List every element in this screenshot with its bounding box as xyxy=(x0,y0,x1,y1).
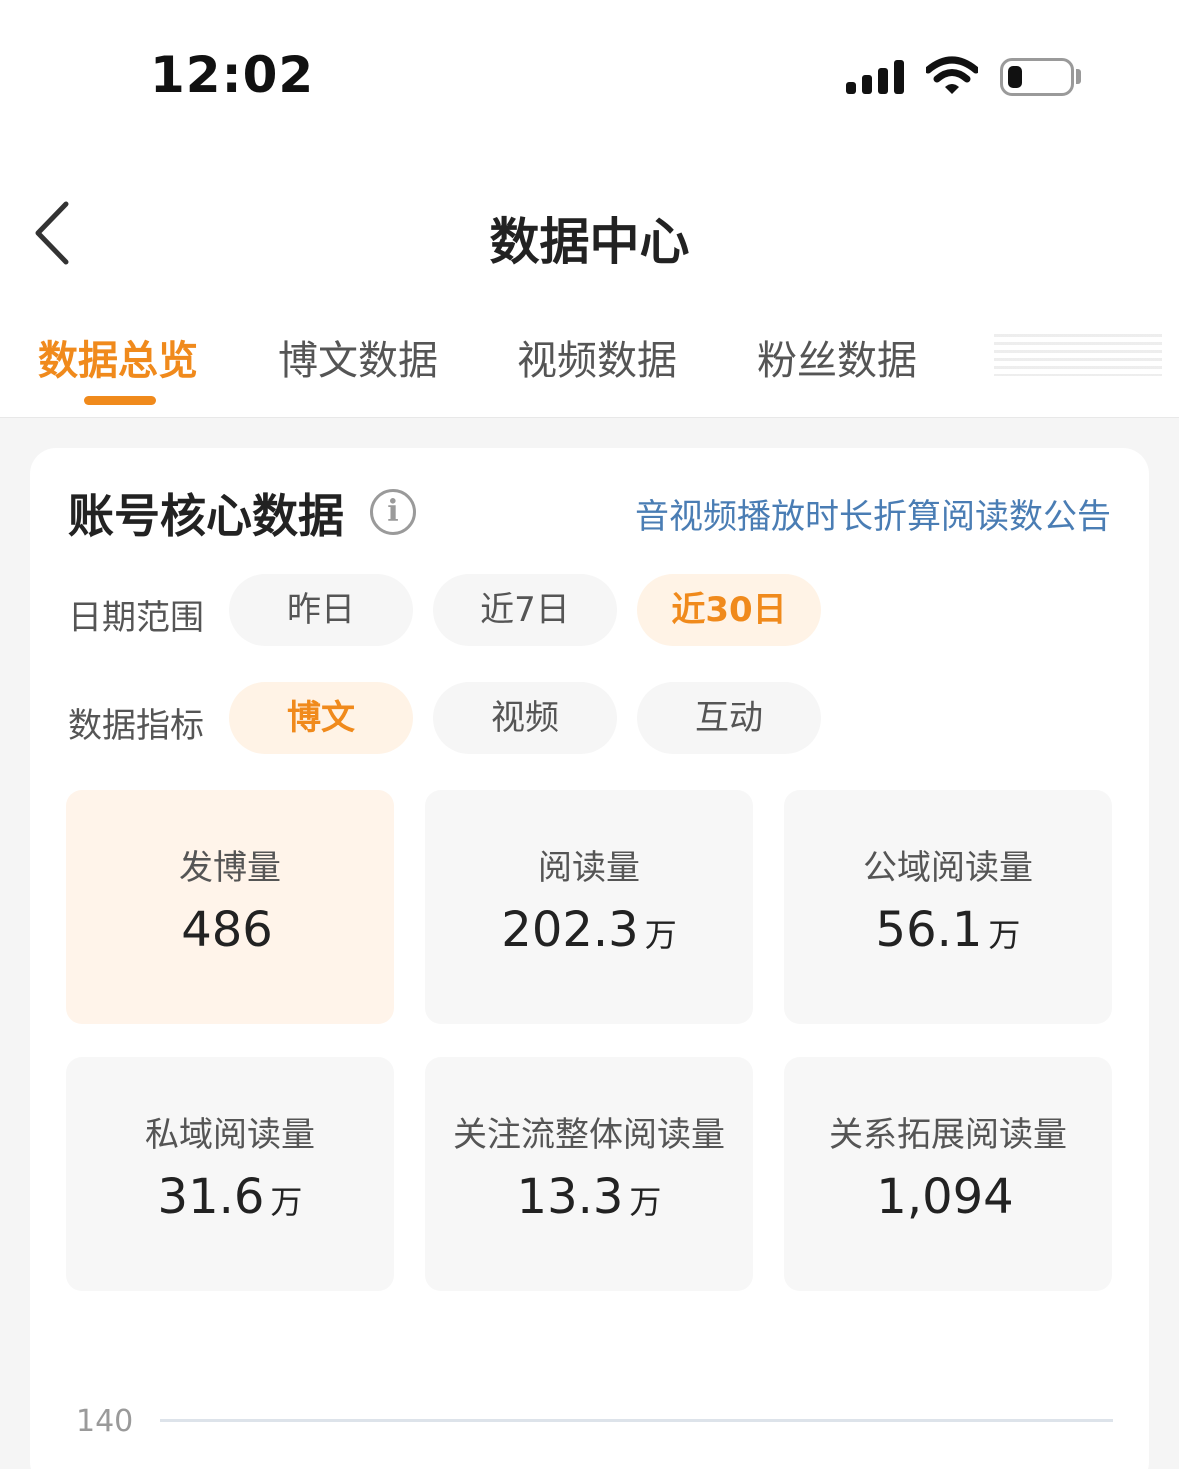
stat-number: 31.6 xyxy=(157,1169,265,1225)
stat-number: 1,094 xyxy=(876,1169,1014,1225)
chart-grid-line xyxy=(160,1419,1113,1422)
stat-value: 486 xyxy=(66,902,394,958)
stat-unit: 万 xyxy=(270,1183,303,1221)
stat-unit: 万 xyxy=(988,916,1021,954)
tab-videos[interactable]: 视频数据 xyxy=(517,328,677,386)
info-icon[interactable]: i xyxy=(370,489,416,535)
battery-cap xyxy=(1076,69,1081,84)
status-time: 12:02 xyxy=(150,46,315,104)
metric-label: 数据指标 xyxy=(68,706,204,746)
stat-value: 1,094 xyxy=(784,1169,1112,1225)
metric-chip-videos[interactable]: 视频 xyxy=(433,682,617,754)
stat-card-reads[interactable]: 阅读量 202.3 万 xyxy=(425,790,753,1024)
stat-value: 31.6 万 xyxy=(66,1169,394,1225)
tab-posts[interactable]: 博文数据 xyxy=(278,328,438,386)
battery-icon xyxy=(1000,58,1074,96)
stat-value: 56.1 万 xyxy=(784,902,1112,958)
metric-chip-posts[interactable]: 博文 xyxy=(229,682,413,754)
stat-unit: 万 xyxy=(644,916,677,954)
card-title: 账号核心数据 xyxy=(68,489,344,543)
stat-card-private-reads[interactable]: 私域阅读量 31.6 万 xyxy=(66,1057,394,1291)
date-chip-30days[interactable]: 近30日 xyxy=(637,574,821,646)
stat-card-relation-reads[interactable]: 关系拓展阅读量 1,094 xyxy=(784,1057,1112,1291)
stat-card-public-reads[interactable]: 公域阅读量 56.1 万 xyxy=(784,790,1112,1024)
stat-card-follow-feed-reads[interactable]: 关注流整体阅读量 13.3 万 xyxy=(425,1057,753,1291)
signal-icon xyxy=(846,60,906,94)
stat-number: 13.3 xyxy=(516,1169,624,1225)
stat-number: 202.3 xyxy=(501,902,639,958)
stat-value: 13.3 万 xyxy=(425,1169,753,1225)
stat-label: 私域阅读量 xyxy=(145,1115,315,1155)
date-chip-7days[interactable]: 近7日 xyxy=(433,574,617,646)
stat-number: 486 xyxy=(181,902,273,958)
tab-fans[interactable]: 粉丝数据 xyxy=(757,328,917,386)
stat-label: 关系拓展阅读量 xyxy=(829,1115,1067,1155)
stat-value: 202.3 万 xyxy=(425,902,753,958)
stat-label: 公域阅读量 xyxy=(863,848,1033,888)
stat-label: 关注流整体阅读量 xyxy=(453,1115,725,1155)
wifi-icon xyxy=(926,56,978,94)
notice-link[interactable]: 音视频播放时长折算阅读数公告 xyxy=(635,489,1111,538)
date-range-label: 日期范围 xyxy=(68,598,204,638)
date-chip-yesterday[interactable]: 昨日 xyxy=(229,574,413,646)
page-title: 数据中心 xyxy=(489,213,690,271)
stat-label: 阅读量 xyxy=(538,848,640,888)
metric-chip-interaction[interactable]: 互动 xyxy=(637,682,821,754)
stat-label: 发博量 xyxy=(179,848,281,888)
chart-y-tick: 140 xyxy=(76,1404,134,1439)
stat-number: 56.1 xyxy=(875,902,983,958)
stat-card-post-count[interactable]: 发博量 486 xyxy=(66,790,394,1024)
tab-overview[interactable]: 数据总览 xyxy=(38,328,198,386)
tab-overflow-faded[interactable] xyxy=(994,334,1162,376)
stat-unit: 万 xyxy=(629,1183,662,1221)
tab-active-indicator xyxy=(84,396,156,405)
